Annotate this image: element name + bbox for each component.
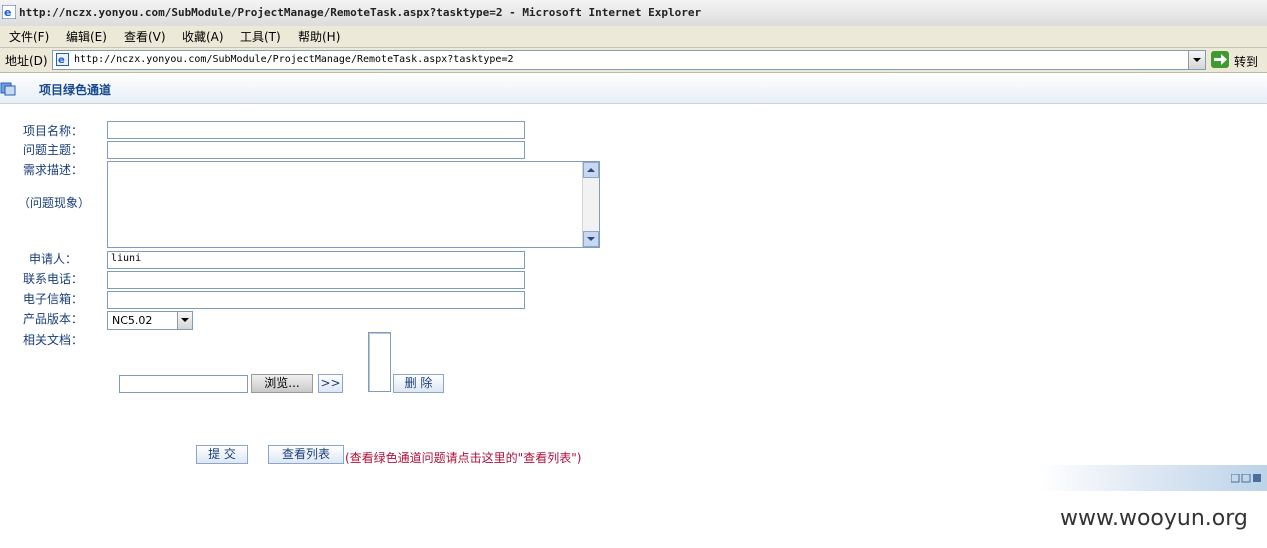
browse-button[interactable]: 浏览... (251, 374, 313, 393)
version-select[interactable]: NC5.02 (107, 311, 193, 330)
svg-text:e: e (4, 6, 11, 19)
subject-input[interactable] (107, 141, 525, 159)
email-label: 电子信箱： (23, 292, 84, 306)
file-path-input[interactable] (119, 375, 248, 393)
chevron-down-icon (1193, 58, 1201, 62)
email-input[interactable] (107, 291, 525, 309)
footer-banner (1040, 465, 1267, 491)
chevron-down-icon (181, 318, 189, 322)
menu-file[interactable]: 文件(F) (9, 28, 49, 45)
project-name-input[interactable] (107, 121, 525, 139)
description-sublabel: （问题现象） (18, 196, 91, 210)
submit-button[interactable]: 提 交 (196, 445, 248, 464)
description-label: 需求描述： (23, 163, 84, 177)
description-scrollbar[interactable] (582, 162, 599, 247)
address-url: http://nczx.yonyou.com/SubModule/Project… (74, 54, 514, 65)
address-bar: 地址(D) e http://nczx.yonyou.com/SubModule… (0, 48, 1267, 73)
go-label: 转到 (1234, 55, 1259, 69)
view-list-button[interactable]: 查看列表 (268, 445, 344, 464)
menu-view[interactable]: 查看(V) (124, 28, 166, 45)
docs-label: 相关文档： (23, 333, 84, 347)
address-label: 地址(D) (5, 54, 48, 68)
page-icon: e (56, 53, 69, 66)
menu-edit[interactable]: 编辑(E) (66, 28, 107, 45)
version-value: NC5.02 (112, 314, 153, 327)
window-title-bar: e http://nczx.yonyou.com/SubModule/Proje… (0, 0, 1267, 26)
phone-label: 联系电话： (23, 272, 84, 286)
description-textarea[interactable] (107, 161, 600, 248)
address-dropdown-button[interactable] (1188, 51, 1205, 69)
page-title: 项目绿色通道 (39, 83, 112, 97)
version-dropdown-button[interactable] (177, 312, 192, 329)
page-header: 项目绿色通道 (0, 73, 1267, 104)
go-arrow-icon (1211, 51, 1229, 68)
address-input[interactable]: e http://nczx.yonyou.com/SubModule/Proje… (52, 50, 1206, 70)
go-button[interactable]: 转到 (1211, 50, 1265, 70)
arrow-up-icon (587, 168, 595, 172)
menu-help[interactable]: 帮助(H) (298, 28, 340, 45)
scroll-up-button[interactable] (583, 162, 599, 178)
subject-label: 问题主题： (23, 143, 84, 157)
menu-favorites[interactable]: 收藏(A) (182, 28, 224, 45)
watermark: www.wooyun.org (1060, 506, 1248, 531)
view-list-note: (查看绿色通道问题请点击这里的"查看列表") (345, 451, 582, 465)
arrow-down-icon (587, 237, 595, 241)
window-title: http://nczx.yonyou.com/SubModule/Project… (19, 6, 702, 19)
version-label: 产品版本： (23, 312, 84, 326)
internet-explorer-icon: e (2, 5, 16, 19)
project-icon (0, 82, 16, 96)
applicant-label: 申请人： (29, 252, 78, 266)
project-name-label: 项目名称： (23, 124, 84, 138)
attached-files-list[interactable] (368, 332, 391, 392)
menu-bar: 文件(F) 编辑(E) 查看(V) 收藏(A) 工具(T) 帮助(H) (0, 26, 1267, 48)
menu-tools[interactable]: 工具(T) (240, 28, 281, 45)
applicant-input[interactable]: liuni (107, 251, 525, 269)
scroll-down-button[interactable] (583, 231, 599, 247)
svg-text:e: e (58, 55, 65, 66)
phone-input[interactable] (107, 271, 525, 289)
banner-squares-icon (1231, 474, 1261, 483)
add-file-button[interactable]: >> (318, 374, 343, 393)
delete-file-button[interactable]: 删 除 (393, 374, 444, 393)
